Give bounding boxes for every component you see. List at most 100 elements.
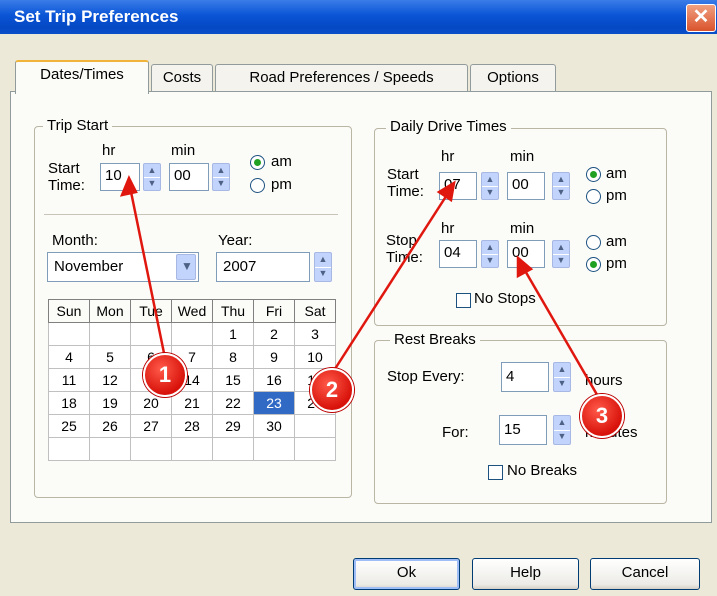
no-breaks-checkbox[interactable] [488, 465, 503, 480]
calendar-day[interactable]: 3 [294, 322, 336, 346]
am-label: am [606, 233, 627, 250]
calendar-day-header: Thu [212, 299, 254, 323]
spinner-up-icon[interactable]: ▲ [553, 241, 569, 255]
spinner-down-icon[interactable]: ▼ [553, 186, 569, 199]
calendar-day[interactable]: 25 [48, 414, 90, 438]
tab-costs[interactable]: Costs [151, 64, 213, 91]
calendar-day[interactable]: 23 [253, 391, 295, 415]
drive-stop-hour-spinner[interactable]: ▲ ▼ [481, 240, 499, 268]
trip-start-minute-field[interactable]: 00 [169, 163, 209, 191]
ok-button[interactable]: Ok [353, 558, 460, 590]
calendar-week-row: 11121314151617 [48, 368, 336, 392]
spinner-down-icon[interactable]: ▼ [482, 254, 498, 267]
calendar-day[interactable]: 19 [89, 391, 131, 415]
spinner-down-icon[interactable]: ▼ [554, 430, 570, 444]
calendar-day[interactable]: 5 [89, 345, 131, 369]
pm-label: pm [606, 255, 627, 272]
tab-options[interactable]: Options [470, 64, 556, 91]
calendar-day[interactable]: 26 [89, 414, 131, 438]
daily-drive-legend: Daily Drive Times [386, 118, 511, 135]
year-field[interactable]: 2007 [216, 252, 310, 282]
hours-label: hours [585, 372, 623, 389]
tab-road-preferences[interactable]: Road Preferences / Speeds [215, 64, 468, 91]
spinner-down-icon[interactable]: ▼ [213, 177, 229, 190]
spinner-down-icon[interactable]: ▼ [144, 177, 160, 190]
calendar-empty-cell [48, 437, 90, 461]
calendar-day[interactable]: 12 [89, 368, 131, 392]
calendar-day[interactable]: 27 [130, 414, 172, 438]
drive-start-hour-spinner[interactable]: ▲ ▼ [481, 172, 499, 200]
calendar-day[interactable]: 29 [212, 414, 254, 438]
close-button[interactable]: ✕ [686, 4, 716, 32]
chevron-down-icon: ▼ [181, 259, 193, 273]
calendar-empty-cell [253, 437, 295, 461]
calendar-day[interactable]: 8 [212, 345, 254, 369]
spinner-up-icon[interactable]: ▲ [482, 241, 498, 255]
calendar-day[interactable]: 16 [253, 368, 295, 392]
spinner-up-icon[interactable]: ▲ [482, 173, 498, 187]
calendar-day[interactable]: 28 [171, 414, 213, 438]
spinner-up-icon[interactable]: ▲ [213, 164, 229, 178]
no-stops-checkbox[interactable] [456, 293, 471, 308]
trip-start-pm-radio[interactable] [250, 178, 265, 193]
calendar-empty-cell [212, 437, 254, 461]
spinner-down-icon[interactable]: ▼ [315, 267, 331, 281]
calendar-empty-cell [294, 437, 336, 461]
drive-stop-pm-radio[interactable] [586, 257, 601, 272]
for-minutes-field[interactable]: 15 [499, 415, 547, 445]
stop-every-field[interactable]: 4 [501, 362, 549, 392]
calendar-empty-cell [294, 414, 336, 438]
calendar-day[interactable]: 4 [48, 345, 90, 369]
trip-start-am-radio[interactable] [250, 155, 265, 170]
trip-start-hour-spinner[interactable]: ▲ ▼ [143, 163, 161, 191]
calendar-day[interactable]: 18 [48, 391, 90, 415]
drive-start-minute-field[interactable]: 00 [507, 172, 545, 200]
min-label: min [171, 142, 196, 159]
time-label: Time: [48, 177, 85, 194]
drive-stop-minute-spinner[interactable]: ▲ ▼ [552, 240, 570, 268]
start-label: Start [48, 160, 80, 177]
trip-start-hour-field[interactable]: 10 [100, 163, 140, 191]
for-minutes-spinner[interactable]: ▲ ▼ [553, 415, 571, 445]
calendar-day[interactable]: 22 [212, 391, 254, 415]
calendar-week-row: 45678910 [48, 345, 336, 369]
calendar-day[interactable]: 15 [212, 368, 254, 392]
spinner-up-icon[interactable]: ▲ [553, 173, 569, 187]
calendar-empty-cell [171, 322, 213, 346]
drive-start-minute-spinner[interactable]: ▲ ▼ [552, 172, 570, 200]
tab-dates-times[interactable]: Dates/Times [15, 60, 149, 94]
drive-stop-hour-field[interactable]: 04 [439, 240, 477, 268]
calendar-day[interactable]: 30 [253, 414, 295, 438]
hr-label: hr [102, 142, 116, 159]
spinner-up-icon[interactable]: ▲ [554, 416, 570, 431]
spinner-up-icon[interactable]: ▲ [144, 164, 160, 178]
drive-stop-am-radio[interactable] [586, 235, 601, 250]
spinner-up-icon[interactable]: ▲ [554, 363, 570, 378]
calendar-day-header: Sat [294, 299, 336, 323]
drive-stop-minute-field[interactable]: 00 [507, 240, 545, 268]
spinner-down-icon[interactable]: ▼ [553, 254, 569, 267]
drive-start-am-radio[interactable] [586, 167, 601, 182]
drive-start-hour-field[interactable]: 07 [439, 172, 477, 200]
calendar-day[interactable]: 11 [48, 368, 90, 392]
calendar-day[interactable]: 10 [294, 345, 336, 369]
calendar-day[interactable]: 2 [253, 322, 295, 346]
stop-every-label: Stop Every: [387, 368, 465, 385]
stop-every-spinner[interactable]: ▲ ▼ [553, 362, 571, 392]
cancel-button[interactable]: Cancel [590, 558, 700, 590]
month-dropdown-button[interactable]: ▼ [176, 254, 196, 280]
spinner-down-icon[interactable]: ▼ [554, 377, 570, 391]
calendar-day[interactable]: 21 [171, 391, 213, 415]
window-title: Set Trip Preferences [14, 7, 179, 26]
spinner-up-icon[interactable]: ▲ [315, 253, 331, 268]
calendar-day[interactable]: 9 [253, 345, 295, 369]
calendar-day[interactable]: 1 [212, 322, 254, 346]
help-button[interactable]: Help [472, 558, 579, 590]
trip-start-minute-spinner[interactable]: ▲ ▼ [212, 163, 230, 191]
spinner-down-icon[interactable]: ▼ [482, 186, 498, 199]
rest-breaks-legend: Rest Breaks [390, 331, 480, 348]
drive-start-pm-radio[interactable] [586, 189, 601, 204]
year-spinner[interactable]: ▲ ▼ [314, 252, 332, 282]
calendar-day-header: Fri [253, 299, 295, 323]
hr-label: hr [441, 220, 455, 237]
